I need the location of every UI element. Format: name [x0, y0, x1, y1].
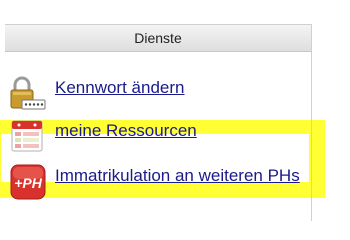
my-resources-link[interactable]: meine Ressourcen: [55, 121, 197, 141]
calendar-list-icon: [9, 119, 47, 155]
list-item-enrollment-other-phs[interactable]: +PH Immatrikulation an weiteren PHs: [9, 164, 300, 200]
lock-password-icon: [9, 76, 47, 112]
enrollment-other-phs-link[interactable]: Immatrikulation an weiteren PHs: [55, 166, 300, 186]
list-item-my-resources[interactable]: meine Ressourcen: [9, 119, 197, 155]
panel-header: Dienste: [5, 24, 311, 52]
change-password-link[interactable]: Kennwort ändern: [55, 78, 184, 98]
plus-ph-icon: +PH: [9, 164, 47, 200]
services-panel: Dienste Kennwort ändern meine Ressourcen…: [5, 24, 312, 221]
plus-ph-icon-text: +PH: [14, 175, 43, 191]
list-item-change-password[interactable]: Kennwort ändern: [9, 76, 184, 112]
